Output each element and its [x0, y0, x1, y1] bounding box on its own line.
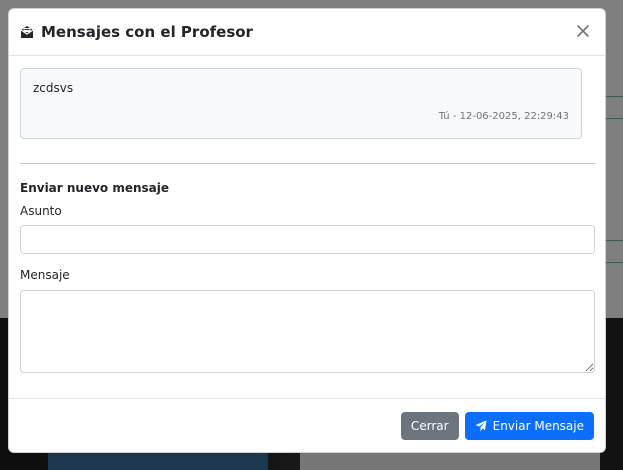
- subject-input[interactable]: [20, 225, 595, 254]
- send-message-button[interactable]: Enviar Mensaje: [464, 411, 594, 440]
- message-meta: Tú - 12-06-2025, 22:29:43: [438, 111, 569, 122]
- modal-header: Mensajes con el Profesor: [9, 9, 605, 56]
- message-text: zcdsvs: [33, 81, 74, 95]
- new-message-heading: Enviar nuevo mensaje: [20, 181, 170, 195]
- modal-title-text: Mensajes con el Profesor: [41, 23, 253, 41]
- close-button[interactable]: [572, 21, 594, 43]
- envelope-open-icon: [20, 25, 34, 39]
- message-textarea[interactable]: [20, 290, 595, 373]
- send-message-label: Enviar Mensaje: [492, 418, 584, 433]
- close-modal-button[interactable]: Cerrar: [400, 411, 459, 440]
- close-modal-label: Cerrar: [410, 418, 449, 433]
- messages-modal: Mensajes con el Profesor zcdsvs Tú - 12-…: [8, 8, 606, 453]
- modal-body: zcdsvs Tú - 12-06-2025, 22:29:43 Enviar …: [9, 56, 605, 373]
- subject-label: Asunto: [20, 204, 62, 218]
- divider: [20, 163, 595, 164]
- paper-plane-icon: [475, 420, 487, 432]
- message-item: zcdsvs Tú - 12-06-2025, 22:29:43: [20, 68, 582, 139]
- modal-footer: Cerrar Enviar Mensaje: [9, 398, 605, 452]
- close-icon: [576, 23, 590, 42]
- modal-title: Mensajes con el Profesor: [20, 23, 253, 41]
- message-label: Mensaje: [20, 268, 70, 282]
